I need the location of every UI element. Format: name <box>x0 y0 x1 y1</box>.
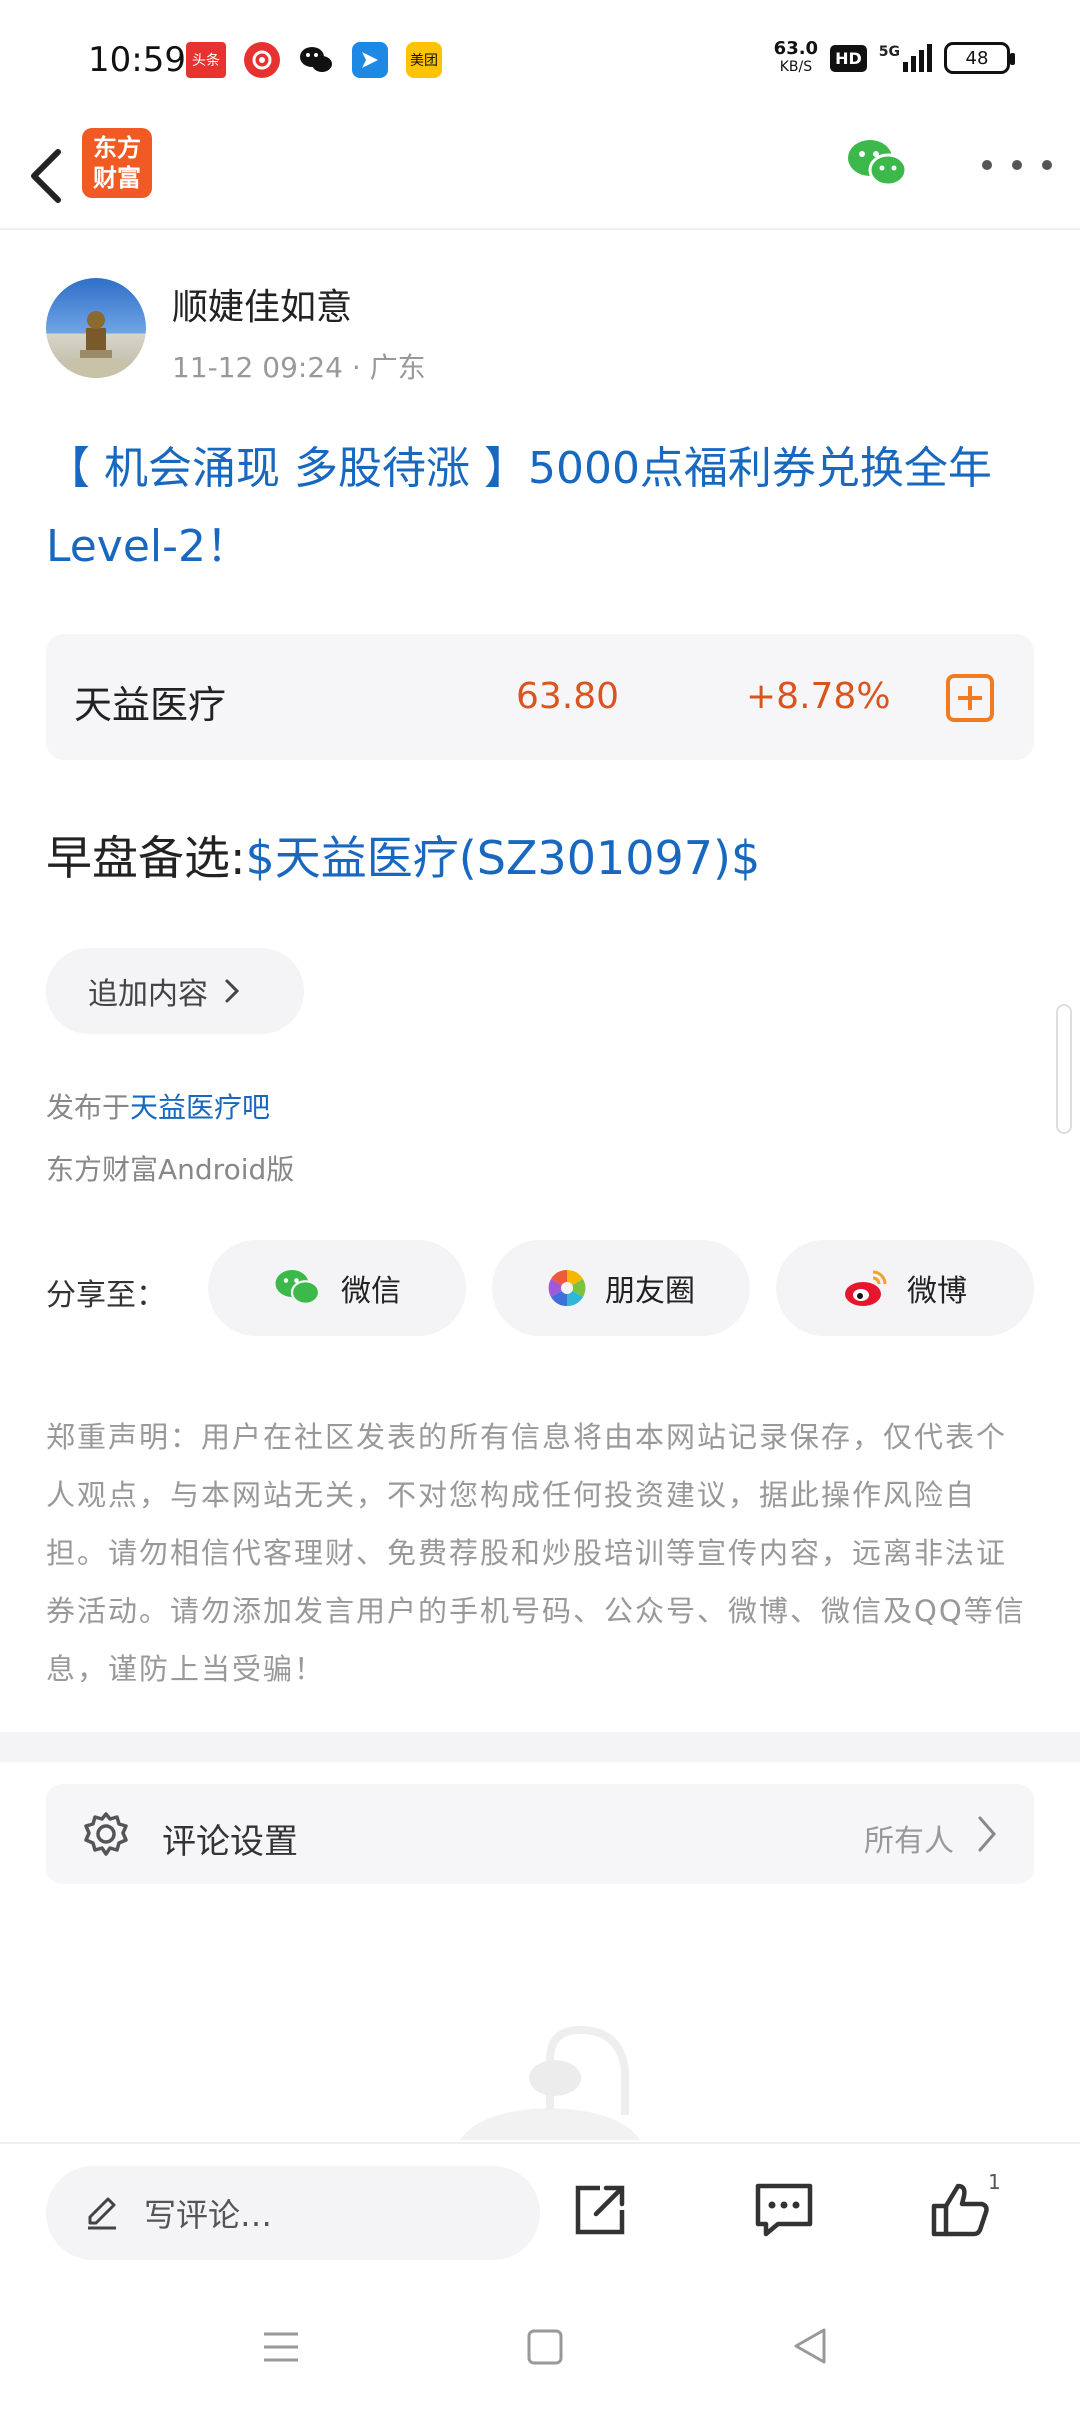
signal-icon: 5G <box>879 44 932 72</box>
more-options-button[interactable] <box>982 150 1052 180</box>
share-moments-label: 朋友圈 <box>605 1274 695 1309</box>
wechat-share-button[interactable] <box>846 136 910 196</box>
comment-input[interactable]: 写评论… <box>46 2166 540 2260</box>
empty-comments-illustration <box>460 2025 640 2140</box>
chevron-right-icon <box>225 979 240 1003</box>
wechat-icon <box>848 140 908 187</box>
posted-in: 发布于天益医疗吧 <box>46 1086 270 1126</box>
home-icon[interactable] <box>526 2328 564 2366</box>
comment-settings-row[interactable]: 评论设置 所有人 <box>46 1784 1034 1884</box>
moments-icon <box>548 1269 586 1307</box>
share-moments-button[interactable]: 朋友圈 <box>492 1240 750 1336</box>
gear-icon <box>84 1812 128 1856</box>
battery-icon: 48 <box>944 42 1015 74</box>
pencil-icon <box>88 2197 116 2230</box>
share-weibo-button[interactable]: 微博 <box>776 1240 1034 1336</box>
author-name[interactable]: 顺婕佳如意 <box>172 278 352 330</box>
author-avatar[interactable] <box>46 278 146 378</box>
network-type: 5G <box>878 44 900 60</box>
share-wechat-label: 微信 <box>341 1274 401 1309</box>
chevron-left-icon <box>31 149 61 203</box>
post-title[interactable]: 【 机会涌现 多股待涨 】5000点福利券兑换全年Level-2！ <box>46 430 1036 586</box>
append-content-label: 追加内容 <box>88 977 208 1012</box>
stock-change: +8.78% <box>746 676 891 717</box>
feishu-icon <box>352 42 388 78</box>
status-time: 10:59 <box>88 40 186 80</box>
add-watchlist-icon[interactable] <box>946 674 994 722</box>
status-indicators: 63.0 KB/S HD 5G 48 <box>774 40 1015 76</box>
stock-quote-card[interactable]: 天益医疗 63.80 +8.78% <box>46 634 1034 760</box>
weibo-icon <box>845 1270 887 1306</box>
netease-music-icon <box>244 42 280 78</box>
post-body-text: 早盘备选: <box>46 831 246 885</box>
buddha-statue-image <box>66 311 126 378</box>
section-divider <box>0 1732 1080 1762</box>
wechat-status-icon <box>298 42 334 78</box>
comment-icon[interactable] <box>752 2180 816 2240</box>
comment-placeholder: 写评论… <box>144 2196 273 2234</box>
bottom-action-bar: 写评论… 1 <box>0 2142 1080 2282</box>
back-button[interactable] <box>22 134 86 214</box>
stock-bar-link[interactable]: 天益医疗吧 <box>130 1091 270 1124</box>
back-triangle-icon[interactable] <box>790 2326 830 2366</box>
chevron-right-icon <box>978 1816 996 1852</box>
stock-link[interactable]: $天益医疗(SZ301097)$ <box>246 831 761 885</box>
thumbs-up-icon[interactable] <box>930 2180 990 2240</box>
share-wechat-button[interactable]: 微信 <box>208 1240 466 1336</box>
wechat-icon <box>275 1270 321 1305</box>
logo-line1: 东方 <box>93 134 141 162</box>
top-nav: 东方 财富 <box>0 120 1080 230</box>
author-block: 顺婕佳如意 11-12 09:24 · 广东 <box>46 278 1036 388</box>
status-app-icons: 头条 美团 <box>186 42 442 78</box>
comment-settings-label: 评论设置 <box>162 1822 298 1862</box>
client-platform: 东方财富Android版 <box>46 1153 295 1186</box>
menu-icon[interactable] <box>262 2328 300 2366</box>
toutiao-icon: 头条 <box>186 42 226 78</box>
dot-icon <box>982 160 992 170</box>
net-speed-unit: KB/S <box>779 59 813 75</box>
post-body: 早盘备选:$天益医疗(SZ301097)$ <box>46 822 760 888</box>
stock-price: 63.80 <box>516 676 620 717</box>
logo-line2: 财富 <box>93 164 141 192</box>
comment-settings-value: 所有人 <box>864 1824 954 1859</box>
disclaimer-text: 郑重声明：用户在社区发表的所有信息将由本网站记录保存，仅代表个人观点，与本网站无… <box>46 1420 1026 1686</box>
share-label: 分享至： <box>46 1278 166 1313</box>
status-bar: 10:59 头条 美团 63.0 KB/S HD 5G 48 <box>0 0 1080 120</box>
net-speed-value: 63.0 <box>773 38 819 59</box>
share-icon[interactable] <box>570 2180 630 2240</box>
meituan-icon: 美团 <box>406 42 442 78</box>
dot-icon <box>1042 160 1052 170</box>
system-nav-bar <box>0 2282 1080 2412</box>
hd-badge: HD <box>830 44 867 72</box>
eastmoney-logo[interactable]: 东方 财富 <box>82 128 152 198</box>
post-time-location: 11-12 09:24 · 广东 <box>172 351 426 384</box>
append-content-button[interactable]: 追加内容 <box>46 948 304 1034</box>
stock-name: 天益医疗 <box>74 683 227 727</box>
share-weibo-label: 微博 <box>907 1274 967 1309</box>
like-count: 1 <box>988 2170 1001 2194</box>
scrollbar[interactable] <box>1056 1004 1072 1134</box>
dot-icon <box>1012 160 1022 170</box>
posted-in-prefix: 发布于 <box>46 1091 131 1124</box>
net-speed: 63.0 KB/S <box>774 40 818 76</box>
